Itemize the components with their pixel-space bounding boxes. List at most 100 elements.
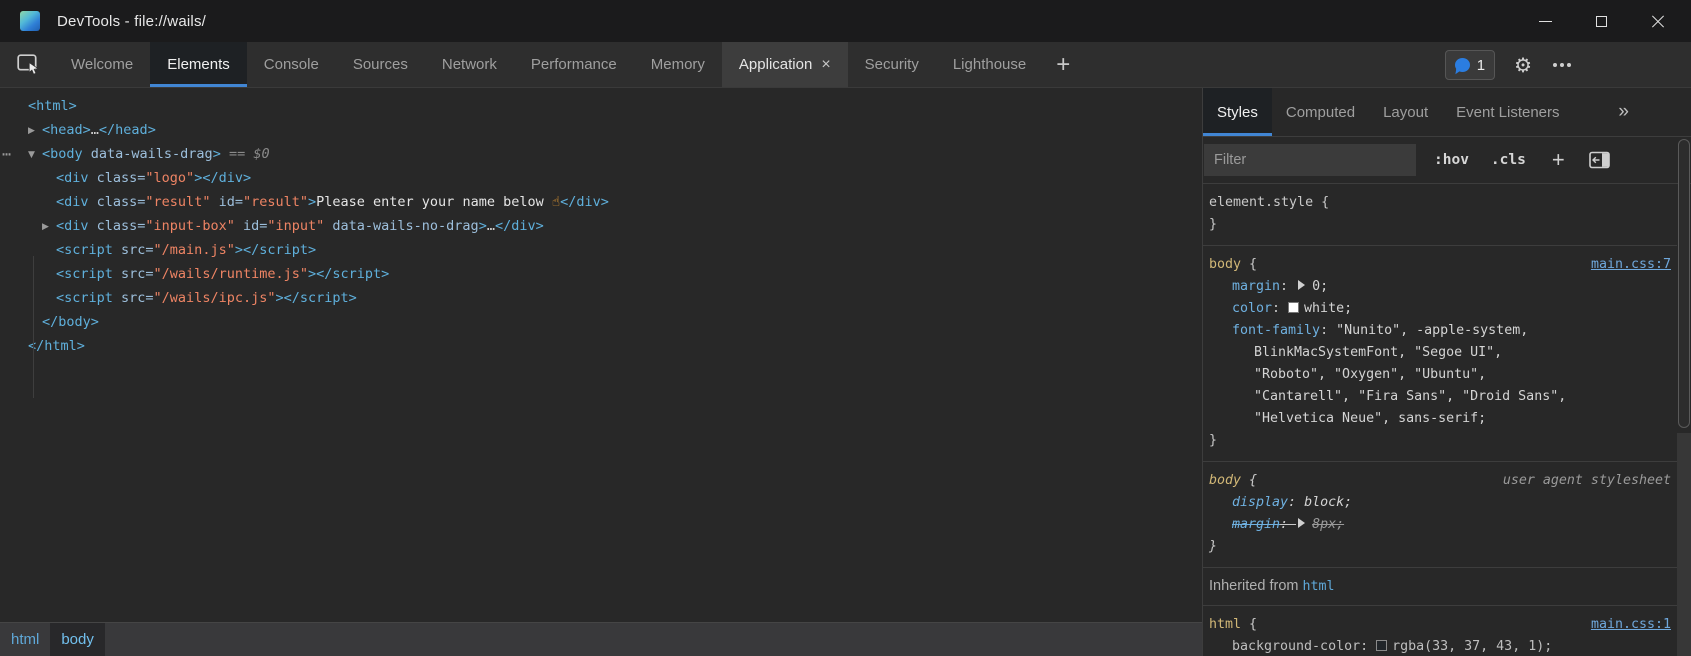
tree-row[interactable]: <script src="/wails/runtime.js"></script… xyxy=(0,262,1202,286)
code-attr: id= xyxy=(210,194,243,210)
tree-row[interactable]: ⋯▼<body data-wails-drag> == $0 xyxy=(0,142,1202,166)
code-val: "/wails/runtime.js" xyxy=(154,266,308,282)
tab-network[interactable]: Network xyxy=(425,42,514,87)
tab-sources[interactable]: Sources xyxy=(336,42,425,87)
color-swatch[interactable] xyxy=(1288,302,1299,313)
tab-memory[interactable]: Memory xyxy=(634,42,722,87)
minimize-button[interactable] xyxy=(1517,0,1573,42)
inspect-cursor-icon xyxy=(17,54,40,75)
rule-selector[interactable]: element.style xyxy=(1209,195,1313,210)
settings-button[interactable]: ⚙ xyxy=(1514,53,1532,77)
css-property[interactable]: margin: 8px; xyxy=(1209,514,1627,536)
style-rule: element.style {} xyxy=(1203,184,1677,246)
css-property[interactable]: margin: 0; xyxy=(1209,276,1627,298)
tab-elements[interactable]: Elements xyxy=(150,42,247,87)
property-value-wrap: "Roboto", "Oxygen", "Ubuntu", xyxy=(1209,364,1627,386)
more-options-button[interactable] xyxy=(1560,63,1564,67)
rule-header: body {main.css:7 xyxy=(1209,254,1627,276)
tab-lighthouse[interactable]: Lighthouse xyxy=(936,42,1043,87)
element-class-button[interactable]: .cls xyxy=(1491,152,1526,168)
more-panels-button[interactable]: » xyxy=(1618,88,1629,136)
tree-row[interactable]: <script src="/main.js"></script> xyxy=(0,238,1202,262)
issues-badge[interactable]: 1 xyxy=(1445,50,1495,80)
code-tag: > xyxy=(308,266,316,282)
maximize-button[interactable] xyxy=(1573,0,1629,42)
style-rule: html {main.css:1background-color: rgba(3… xyxy=(1203,606,1677,656)
property-value: "Cantarell", "Fira Sans", "Droid Sans", xyxy=(1254,389,1566,404)
scrollbar-thumb[interactable] xyxy=(1678,139,1690,428)
stylesheet-link[interactable]: main.css:1 xyxy=(1591,614,1671,636)
code-ellipsis: … xyxy=(487,218,495,234)
tab-performance[interactable]: Performance xyxy=(514,42,634,87)
tree-row[interactable]: ▶<head>…</head> xyxy=(0,118,1202,142)
tab-styles[interactable]: Styles xyxy=(1203,88,1272,136)
css-property[interactable]: color: white; xyxy=(1209,298,1627,320)
expand-triangle-icon[interactable] xyxy=(1298,518,1305,528)
code-tag: > xyxy=(235,242,243,258)
code-tag: > xyxy=(479,218,487,234)
open-brace: { xyxy=(1313,195,1329,210)
sidebar-toggle-icon xyxy=(1589,151,1610,169)
devtools-toolbar: WelcomeElementsConsoleSourcesNetworkPerf… xyxy=(0,42,1691,88)
tree-row[interactable]: <html> xyxy=(0,94,1202,118)
tab-console[interactable]: Console xyxy=(247,42,336,87)
tab-label: Lighthouse xyxy=(953,56,1026,73)
tree-row[interactable]: <script src="/wails/ipc.js"></script> xyxy=(0,286,1202,310)
inherited-label: Inherited from xyxy=(1209,578,1303,594)
color-swatch[interactable] xyxy=(1376,640,1387,651)
close-tab-icon[interactable]: × xyxy=(821,57,830,73)
rule-selector[interactable]: html xyxy=(1209,617,1241,632)
code-tag: <script xyxy=(56,290,113,306)
tab-security[interactable]: Security xyxy=(848,42,936,87)
computed-sidebar-toggle-button[interactable] xyxy=(1589,151,1610,169)
code-txt: Please enter your name below xyxy=(316,194,552,210)
add-tab-button[interactable]: + xyxy=(1056,42,1070,87)
rule-selector[interactable]: body xyxy=(1209,473,1241,488)
css-property[interactable]: background-color: rgba(33, 37, 43, 1); xyxy=(1209,636,1627,656)
tree-row[interactable]: </html> xyxy=(0,334,1202,358)
indent-guide xyxy=(33,256,34,398)
closing-brace: } xyxy=(1209,536,1627,558)
property-name: font-family xyxy=(1232,323,1320,338)
property-colon: : xyxy=(1280,517,1296,532)
css-property[interactable]: font-family: "Nunito", -apple-system, xyxy=(1209,320,1627,342)
elements-panel: <html>▶<head>…</head>⋯▼<body data-wails-… xyxy=(0,88,1203,656)
expand-arrow-icon[interactable]: ▼ xyxy=(28,143,42,167)
tree-row[interactable]: ▶<div class="input-box" id="input" data-… xyxy=(0,214,1202,238)
property-value: rgba(33, 37, 43, 1); xyxy=(1392,639,1552,654)
open-brace: { xyxy=(1241,473,1257,488)
code-attr: data-wails-drag xyxy=(83,146,213,162)
close-button[interactable] xyxy=(1629,0,1685,42)
tab-event-listeners[interactable]: Event Listeners xyxy=(1442,88,1573,136)
tree-row[interactable]: <div class="logo"></div> xyxy=(0,166,1202,190)
property-colon: : xyxy=(1320,323,1336,338)
new-style-rule-button[interactable]: + xyxy=(1552,147,1565,173)
styles-filter-input[interactable] xyxy=(1204,144,1416,176)
rule-header: html {main.css:1 xyxy=(1209,614,1627,636)
breadcrumb-html[interactable]: html xyxy=(0,623,50,656)
rule-selector[interactable]: body xyxy=(1209,257,1241,272)
tab-application[interactable]: Application× xyxy=(722,42,848,87)
tab-layout[interactable]: Layout xyxy=(1369,88,1442,136)
tab-computed[interactable]: Computed xyxy=(1272,88,1369,136)
expand-triangle-icon[interactable] xyxy=(1298,280,1305,290)
code-tag: </html> xyxy=(28,338,85,354)
property-name: color xyxy=(1232,301,1272,316)
minimize-icon xyxy=(1539,21,1552,22)
node-more-icon[interactable]: ⋯ xyxy=(2,142,10,166)
inherited-node-link[interactable]: html xyxy=(1303,579,1335,594)
css-property[interactable]: display: block; xyxy=(1209,492,1627,514)
tree-row[interactable]: <div class="result" id="result">Please e… xyxy=(0,190,1202,214)
inspect-element-button[interactable] xyxy=(16,42,40,87)
inherited-from-row: Inherited from html xyxy=(1203,568,1677,606)
property-value: "Helvetica Neue", sans-serif; xyxy=(1254,411,1486,426)
pseudo-state-button[interactable]: :hov xyxy=(1434,152,1469,168)
breadcrumb-body[interactable]: body xyxy=(50,623,105,656)
tree-row[interactable]: </body> xyxy=(0,310,1202,334)
scrollbar-track[interactable] xyxy=(1677,433,1691,656)
expand-arrow-icon[interactable]: ▶ xyxy=(28,119,42,143)
tab-welcome[interactable]: Welcome xyxy=(54,42,150,87)
expand-arrow-icon[interactable]: ▶ xyxy=(42,215,56,239)
code-ellipsis: … xyxy=(91,122,99,138)
stylesheet-link[interactable]: main.css:7 xyxy=(1591,254,1671,276)
